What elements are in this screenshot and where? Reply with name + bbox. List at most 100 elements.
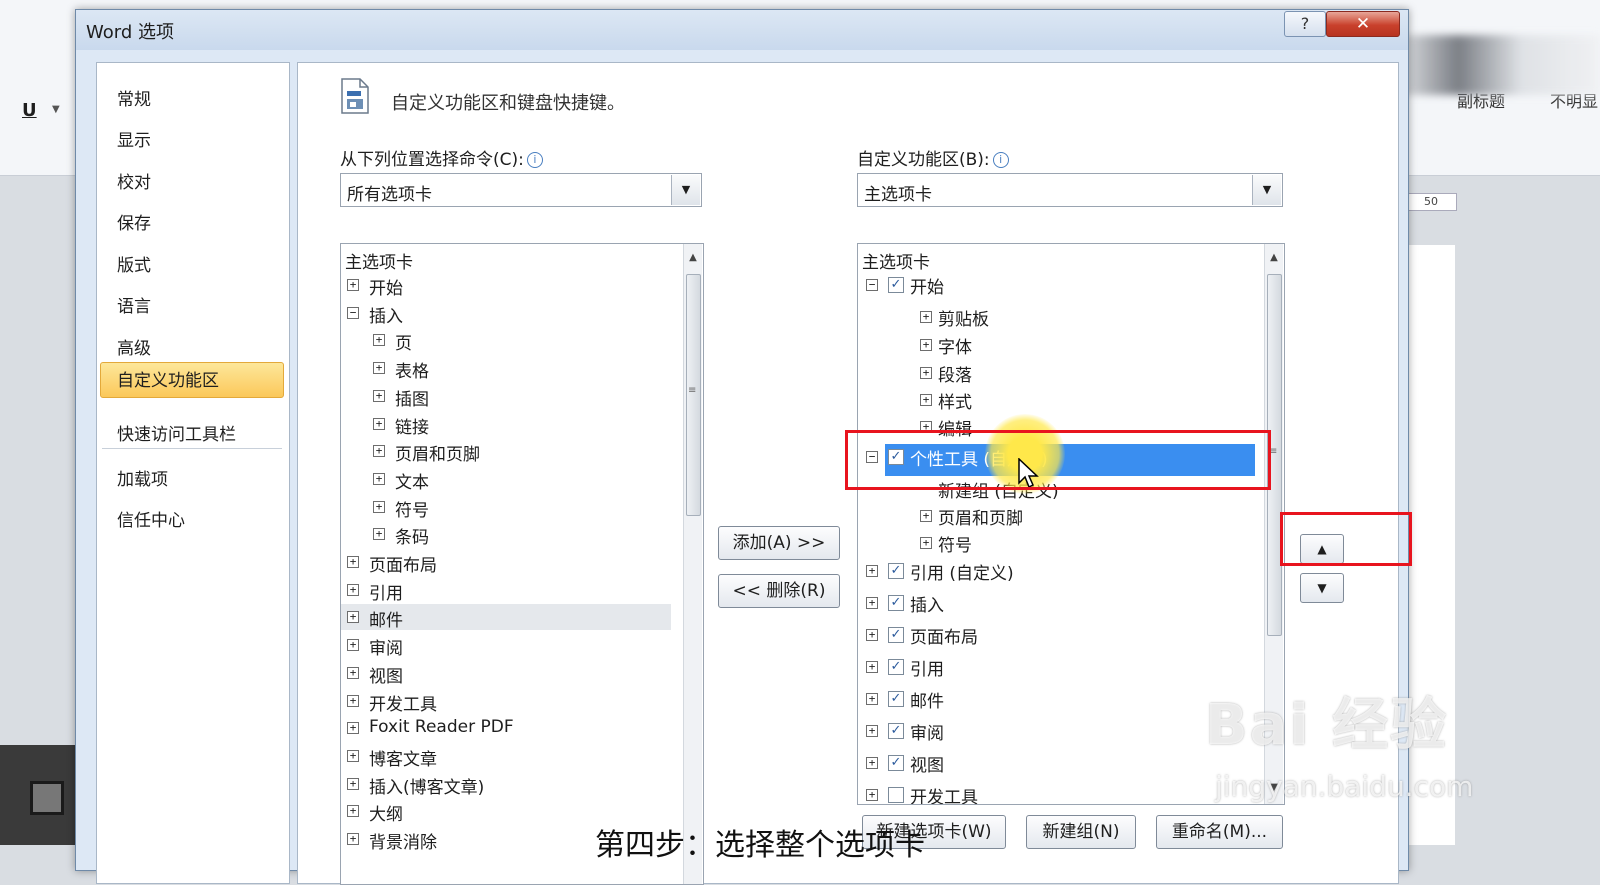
expand-icon[interactable]: + [866,661,878,673]
left-commands-select[interactable]: 所有选项卡 ▼ [340,173,702,207]
expand-icon[interactable]: + [347,805,359,818]
left-tree-item[interactable]: 邮件 [369,606,403,631]
right-tree-item[interactable]: 样式 [938,388,972,413]
checkbox[interactable]: ✓ [888,723,904,739]
expand-icon[interactable]: + [866,597,878,609]
nav-item-general[interactable]: 常规 [117,85,151,110]
expand-icon[interactable]: + [920,367,932,379]
expand-icon[interactable]: + [347,666,359,679]
left-tree-item[interactable]: 审阅 [369,634,403,659]
underline-button[interactable]: U [22,100,37,121]
checkbox[interactable] [888,787,904,803]
right-tree-item[interactable]: 邮件 [910,687,944,712]
nav-item-trust-center[interactable]: 信任中心 [117,506,185,531]
nav-item-proofing[interactable]: 校对 [117,168,151,193]
nav-item-save[interactable]: 保存 [117,209,151,234]
expand-icon[interactable]: + [373,389,385,402]
left-tree-item[interactable]: 大纲 [369,800,403,825]
collapse-icon[interactable]: − [866,279,878,291]
expand-icon[interactable]: + [866,565,878,577]
checkbox[interactable]: ✓ [888,563,904,579]
expand-icon[interactable]: + [373,528,385,541]
help-button[interactable]: ? [1284,11,1326,37]
nav-item-display[interactable]: 显示 [117,126,151,151]
left-tree-item[interactable]: 符号 [395,496,429,521]
expand-icon[interactable]: + [866,725,878,737]
new-group-button[interactable]: 新建组(N) [1026,815,1136,849]
left-tree-item[interactable]: 开始 [369,274,403,299]
expand-icon[interactable]: + [866,789,878,801]
nav-item-customize-ribbon[interactable]: 自定义功能区 [100,362,284,398]
left-tree-item[interactable]: Foxit Reader PDF [369,717,514,737]
expand-icon[interactable]: + [347,639,359,652]
nav-item-quick-access[interactable]: 快速访问工具栏 [117,420,236,445]
checkbox[interactable]: ✓ [888,659,904,675]
left-tree-item[interactable]: 背景消除 [369,828,437,853]
left-commands-tree[interactable]: 主选项卡 + 开始 − 插入 + 页 + 表格 + 插图 + 链接 + 页眉和页脚 + 文本 + 符号 + 条码 + 页面… [340,243,704,885]
expand-icon[interactable]: + [373,417,385,430]
expand-icon[interactable]: + [373,334,385,347]
rename-button[interactable]: 重命名(M)... [1156,815,1283,849]
expand-icon[interactable]: + [347,556,359,568]
expand-icon[interactable]: + [373,500,385,513]
right-tree-item[interactable]: 开始 [910,273,944,298]
right-tree-item[interactable]: 开发工具 [910,783,978,804]
right-tree-item[interactable]: 引用 (自定义) [910,559,1014,584]
right-tree-item[interactable]: 字体 [938,333,972,358]
scroll-up-icon[interactable]: ▲ [684,252,702,263]
expand-icon[interactable]: + [347,279,359,291]
chevron-down-icon[interactable]: ▼ [671,175,700,205]
checkbox[interactable]: ✓ [888,595,904,611]
nav-item-language[interactable]: 语言 [117,292,151,317]
add-button[interactable]: 添加(A) >> [718,526,840,560]
right-tree-item[interactable]: 页眉和页脚 [938,504,1023,529]
left-tree-item[interactable]: 插入(博客文章) [369,773,484,798]
expand-icon[interactable]: + [866,757,878,769]
expand-icon[interactable]: + [920,537,932,549]
checkbox[interactable]: ✓ [888,277,904,293]
expand-icon[interactable]: + [347,722,359,735]
checkbox[interactable]: ✓ [888,691,904,707]
left-tree-item[interactable]: 页 [395,329,412,354]
left-tree-item[interactable]: 开发工具 [369,690,437,715]
expand-icon[interactable]: + [920,311,932,323]
expand-icon[interactable]: + [347,777,359,790]
right-tree-item[interactable]: 剪贴板 [938,305,989,330]
checkbox[interactable]: ✓ [888,627,904,643]
expand-icon[interactable]: + [347,583,359,596]
close-button[interactable]: ✕ [1326,11,1400,37]
nav-item-advanced[interactable]: 高级 [117,334,151,359]
checkbox[interactable]: ✓ [888,755,904,771]
expand-icon[interactable]: + [347,611,359,624]
chevron-down-icon[interactable]: ▼ [52,104,60,115]
left-tree-item[interactable]: 链接 [395,413,429,438]
right-tree-item[interactable]: 符号 [938,531,972,556]
expand-icon[interactable]: + [347,749,359,762]
left-tree-item[interactable]: 博客文章 [369,745,437,770]
right-tree-item[interactable]: 段落 [938,361,972,386]
collapse-icon[interactable]: − [347,306,359,319]
expand-icon[interactable]: + [920,510,932,522]
move-down-button[interactable]: ▼ [1300,573,1344,603]
right-tree-item[interactable]: 页面布局 [910,623,978,648]
left-tree-item[interactable]: 页眉和页脚 [395,440,480,465]
left-tree-item[interactable]: 文本 [395,468,429,493]
expand-icon[interactable]: + [866,693,878,705]
right-tree-item[interactable]: 审阅 [910,719,944,744]
expand-icon[interactable]: + [866,629,878,641]
right-tree-item[interactable]: 引用 [910,655,944,680]
left-tree-item[interactable]: 引用 [369,579,403,604]
expand-icon[interactable]: + [920,339,932,351]
right-ribbon-select[interactable]: 主选项卡 ▼ [857,173,1283,207]
left-tree-item[interactable]: 表格 [395,357,429,382]
left-tree-item[interactable]: 视图 [369,662,403,687]
left-scrollbar[interactable]: ▲ ≡ [683,244,702,884]
chevron-down-icon[interactable]: ▼ [1252,175,1281,205]
expand-icon[interactable]: + [920,394,932,406]
right-tree-item[interactable]: 插入 [910,591,944,616]
left-tree-item[interactable]: 插入 [369,302,403,327]
expand-icon[interactable]: + [347,833,359,845]
right-tree-item[interactable]: 视图 [910,751,944,776]
scroll-up-icon[interactable]: ▲ [1265,252,1283,263]
expand-icon[interactable]: + [347,694,359,707]
